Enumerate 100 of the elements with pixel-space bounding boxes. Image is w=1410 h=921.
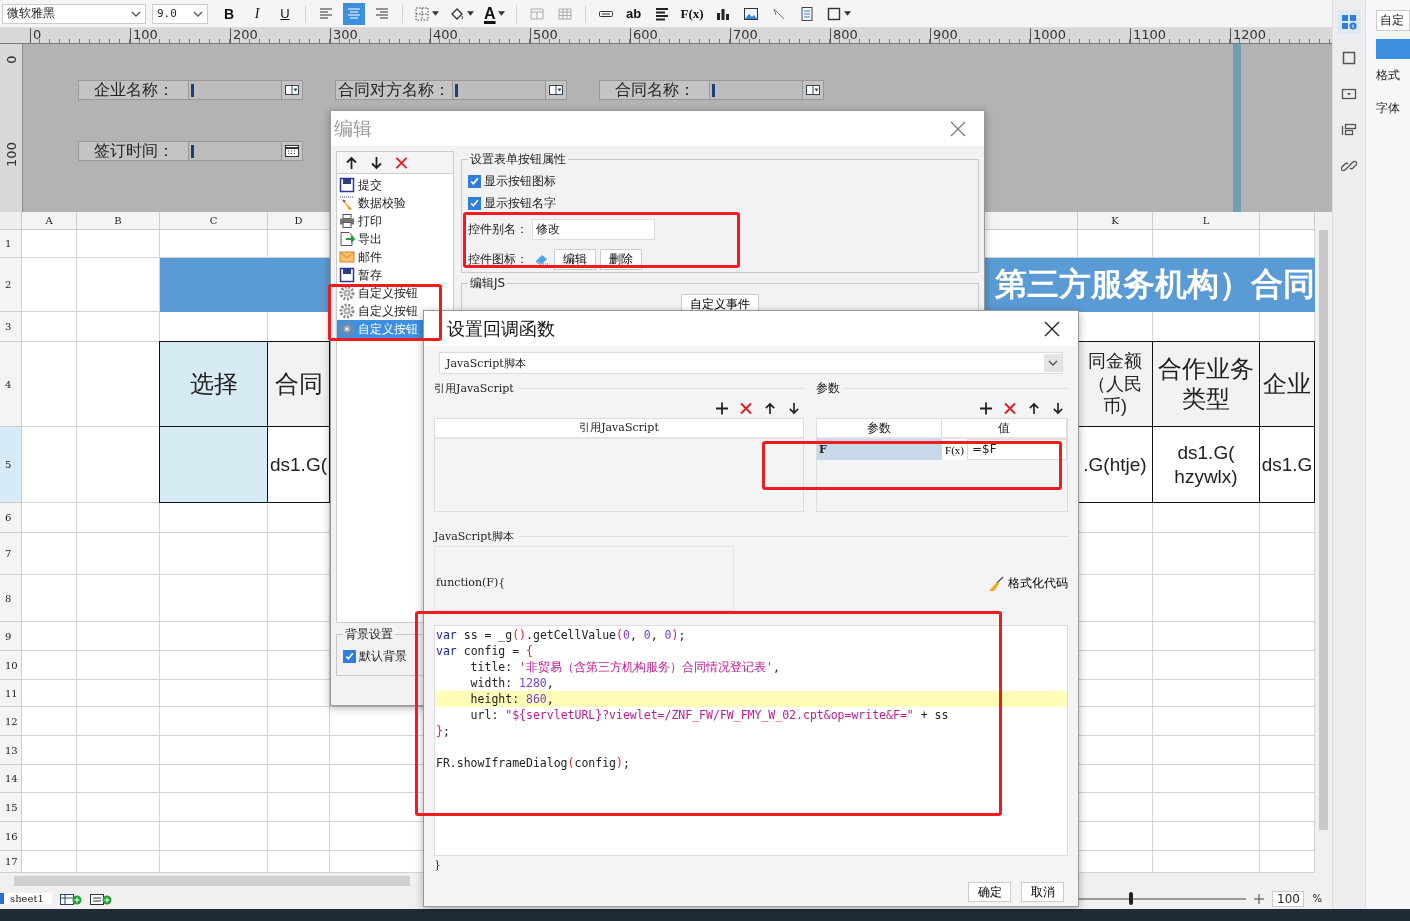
dropdown-button[interactable] bbox=[803, 80, 824, 100]
script-type-select[interactable]: JavaScript脚本 bbox=[439, 352, 1063, 374]
align-center-icon bbox=[346, 5, 362, 22]
delete-icon[interactable] bbox=[740, 401, 752, 415]
add-icon[interactable] bbox=[980, 401, 992, 415]
list-item[interactable]: 数据校验 bbox=[337, 194, 453, 212]
row-header[interactable]: 13 bbox=[0, 736, 22, 765]
ruler-mark: 900 bbox=[930, 28, 1030, 43]
icon-action-button[interactable]: 删除 bbox=[600, 248, 642, 270]
caret-icon bbox=[193, 10, 203, 17]
section-title: 参数 bbox=[816, 379, 840, 397]
row-header[interactable]: 15 bbox=[0, 793, 22, 822]
dropdown-icon bbox=[285, 85, 299, 95]
ruler-mark: 400 bbox=[430, 28, 530, 43]
list-item[interactable]: 导出 bbox=[337, 230, 453, 248]
ruler-mark: 700 bbox=[730, 28, 830, 43]
list-item[interactable]: 打印 bbox=[337, 212, 453, 230]
row-header[interactable]: 9 bbox=[0, 622, 22, 651]
caret-icon bbox=[1048, 360, 1058, 366]
ok-button[interactable]: 确定 bbox=[968, 882, 1011, 902]
move-down-icon[interactable] bbox=[788, 401, 800, 415]
zoom-field[interactable]: 100 bbox=[1272, 890, 1305, 907]
dropdown-button[interactable] bbox=[282, 80, 303, 100]
zoom-in-icon[interactable] bbox=[1254, 893, 1265, 904]
font-size-select[interactable]: 9.0 bbox=[152, 3, 208, 24]
slider-thumb[interactable] bbox=[1129, 892, 1134, 905]
row-header[interactable]: 6 bbox=[0, 503, 22, 533]
add-sheet-icon[interactable] bbox=[59, 892, 82, 905]
add-icon[interactable] bbox=[716, 401, 728, 415]
move-down-icon[interactable] bbox=[370, 155, 383, 170]
widget-label: 合同名称： bbox=[599, 80, 710, 100]
row-header[interactable]: 2 bbox=[0, 258, 22, 312]
column-header[interactable]: A bbox=[22, 212, 77, 230]
row-header[interactable]: 7 bbox=[0, 533, 22, 575]
widget-field[interactable] bbox=[189, 141, 282, 161]
cancel-button[interactable]: 取消 bbox=[1021, 882, 1064, 902]
ruler-mark: 100 bbox=[130, 28, 230, 43]
widget-label: 签订时间： bbox=[78, 141, 189, 161]
column-header[interactable]: L bbox=[1153, 212, 1260, 230]
widget-field[interactable] bbox=[710, 80, 803, 100]
dropdown-icon bbox=[549, 85, 563, 95]
dropdown-button[interactable] bbox=[546, 80, 567, 100]
italic-button[interactable]: I bbox=[246, 2, 268, 25]
move-up-icon[interactable] bbox=[345, 155, 358, 170]
move-down-icon[interactable] bbox=[1052, 401, 1064, 415]
group-title: 编辑JS bbox=[469, 275, 507, 292]
font-color-button[interactable]: A bbox=[482, 2, 507, 25]
table-cell: ds1.G( bbox=[267, 426, 330, 503]
row-header[interactable]: 16 bbox=[0, 822, 22, 851]
list-item[interactable]: 暂存 bbox=[337, 266, 453, 284]
move-up-icon[interactable] bbox=[1028, 401, 1040, 415]
font-select[interactable]: 微软雅黑 bbox=[2, 3, 146, 24]
row-header[interactable]: 11 bbox=[0, 680, 22, 707]
caret-icon bbox=[131, 10, 141, 17]
row-header[interactable]: 8 bbox=[0, 575, 22, 622]
column-header[interactable]: B bbox=[77, 212, 160, 230]
gear-icon bbox=[339, 303, 355, 319]
row-header[interactable]: 10 bbox=[0, 651, 22, 680]
sheet-tab[interactable]: sheet1 bbox=[0, 893, 52, 904]
row-header[interactable]: 17 bbox=[0, 851, 22, 873]
row-header[interactable]: 5 bbox=[0, 427, 22, 503]
row-header[interactable]: 1 bbox=[0, 230, 22, 258]
panel-tab[interactable] bbox=[1337, 10, 1362, 34]
row-header[interactable]: 4 bbox=[0, 342, 22, 427]
gear-icon bbox=[339, 285, 355, 301]
attribute-select[interactable]: 自定 bbox=[1376, 10, 1410, 31]
underline-button[interactable]: U bbox=[274, 2, 296, 25]
move-up-icon[interactable] bbox=[764, 401, 776, 415]
add-sheet-icon[interactable] bbox=[89, 892, 112, 905]
close-icon[interactable] bbox=[1044, 320, 1060, 337]
row-header[interactable]: 12 bbox=[0, 707, 22, 736]
widget-field[interactable] bbox=[189, 80, 282, 100]
icon-action-button[interactable]: 编辑 bbox=[554, 248, 596, 270]
delete-icon[interactable] bbox=[395, 155, 408, 170]
table-icon bbox=[556, 5, 573, 22]
code-line: var config = { bbox=[435, 643, 534, 659]
column-header: 引用JavaScript bbox=[435, 419, 803, 439]
row-header[interactable]: 14 bbox=[0, 765, 22, 793]
bold-button[interactable]: B bbox=[218, 2, 240, 25]
show-icon-checkbox[interactable]: 显示按钮图标 bbox=[468, 170, 972, 192]
selected-cell[interactable] bbox=[159, 426, 268, 503]
column-header[interactable]: K bbox=[1078, 212, 1153, 230]
align-center-button[interactable] bbox=[343, 2, 365, 25]
column-header[interactable]: C bbox=[160, 212, 268, 230]
row-header[interactable]: 3 bbox=[0, 312, 22, 342]
alias-field[interactable]: 修改 bbox=[532, 218, 655, 240]
format-code-button[interactable]: 格式化代码 bbox=[988, 575, 1068, 592]
widget-field[interactable] bbox=[453, 80, 546, 100]
delete-icon[interactable] bbox=[1004, 401, 1016, 415]
code-editor[interactable] bbox=[434, 625, 1068, 856]
text-button[interactable]: ab bbox=[622, 2, 645, 25]
formula-button[interactable]: F(x) bbox=[678, 2, 706, 25]
checkmark-icon bbox=[469, 197, 480, 209]
list-item[interactable]: 提交 bbox=[337, 176, 453, 194]
ruler-mark: 500 bbox=[530, 28, 630, 43]
show-name-checkbox[interactable]: 显示按钮名字 bbox=[468, 192, 972, 214]
column-header[interactable]: D bbox=[268, 212, 330, 230]
calendar-button[interactable] bbox=[282, 141, 303, 161]
group-title: 背景设置 bbox=[344, 626, 394, 643]
image-icon bbox=[742, 5, 759, 22]
